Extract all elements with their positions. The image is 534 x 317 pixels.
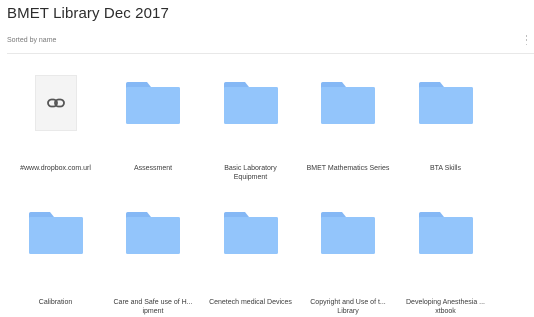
- folder-icon: [223, 212, 278, 254]
- item-name-line: Library: [337, 308, 359, 315]
- item-name[interactable]: #www.dropbox.com.url: [3, 164, 108, 173]
- item-name[interactable]: Copyright and Use of t... Library: [296, 298, 401, 316]
- header-divider: [7, 53, 534, 54]
- folder-item[interactable]: Care and Safe use of H... ipment: [105, 186, 202, 315]
- item-name[interactable]: Developing Anesthesia ... xtbook: [393, 298, 498, 316]
- folder-thumbnail[interactable]: [202, 186, 299, 286]
- folder-icon: [418, 82, 473, 124]
- file-grid: #www.dropbox.com.url Assessment Basic Labo…: [7, 56, 534, 317]
- folder-item[interactable]: Calibration: [7, 186, 104, 306]
- folder-item[interactable]: Copyright and Use of t... Library: [300, 186, 397, 315]
- folder-item[interactable]: Assessment: [105, 56, 202, 172]
- folder-title: BMET Library Dec 2017: [7, 5, 169, 22]
- item-name-line: ipment: [142, 308, 164, 315]
- item-name[interactable]: Calibration: [3, 298, 108, 307]
- item-name[interactable]: Basic Laboratory Equipment: [198, 164, 303, 182]
- item-name-line: #www.dropbox.com.url: [20, 165, 91, 172]
- folder-item[interactable]: Basic Laboratory Equipment: [202, 56, 299, 181]
- folder-icon: [28, 212, 83, 254]
- folder-icon: [126, 82, 180, 124]
- folder-thumbnail[interactable]: [105, 56, 202, 156]
- item-name-line: BTA Skills: [430, 165, 461, 172]
- item-name[interactable]: Care and Safe use of H... ipment: [101, 298, 206, 316]
- item-name-line: Cenetech medical Devices: [209, 299, 292, 306]
- folder-thumbnail[interactable]: [7, 186, 104, 286]
- folder-icon: [126, 212, 180, 254]
- sort-label[interactable]: Sorted by name: [7, 37, 56, 44]
- item-name[interactable]: Cenetech medical Devices: [198, 298, 303, 307]
- folder-icon: [223, 82, 278, 124]
- file-item[interactable]: #www.dropbox.com.url: [7, 56, 104, 172]
- folder-icon: [418, 212, 473, 254]
- folder-icon: [321, 82, 375, 124]
- folder-thumbnail[interactable]: [105, 186, 202, 286]
- folder-item[interactable]: BMET Mathematics Series: [300, 56, 397, 172]
- folder-item[interactable]: Developing Anesthesia ... xtbook: [397, 186, 494, 315]
- item-name-line: Calibration: [38, 299, 73, 306]
- item-name-line: Care and Safe use of H...: [113, 299, 193, 306]
- item-name-line: xtbook: [435, 308, 456, 315]
- folder-item[interactable]: Cenetech medical Devices: [202, 186, 299, 306]
- folder-thumbnail[interactable]: [397, 186, 494, 286]
- file-thumbnail[interactable]: [7, 56, 104, 156]
- item-name-line: Assessment: [133, 165, 173, 172]
- item-name-line: BMET Mathematics Series: [306, 165, 390, 172]
- folder-thumbnail[interactable]: [202, 56, 299, 156]
- item-name-line: Equipment: [233, 174, 268, 181]
- more-options-icon[interactable]: [525, 35, 528, 45]
- item-name[interactable]: BMET Mathematics Series: [296, 164, 401, 173]
- folder-item[interactable]: BTA Skills: [397, 56, 494, 172]
- link-icon: [46, 98, 65, 108]
- folder-thumbnail[interactable]: [300, 186, 397, 286]
- item-name-line: Developing Anesthesia ...: [406, 299, 485, 306]
- file-browser-page: BMET Library Dec 2017 Sorted by name #ww…: [0, 0, 534, 317]
- folder-thumbnail[interactable]: [397, 56, 494, 156]
- folder-icon: [321, 212, 375, 254]
- folder-thumbnail[interactable]: [300, 56, 397, 156]
- item-name[interactable]: BTA Skills: [393, 164, 498, 173]
- item-name-line: Copyright and Use of t...: [310, 299, 386, 306]
- item-name-line: Basic Laboratory: [224, 165, 277, 172]
- url-file-preview: [34, 75, 77, 131]
- item-name[interactable]: Assessment: [101, 164, 206, 173]
